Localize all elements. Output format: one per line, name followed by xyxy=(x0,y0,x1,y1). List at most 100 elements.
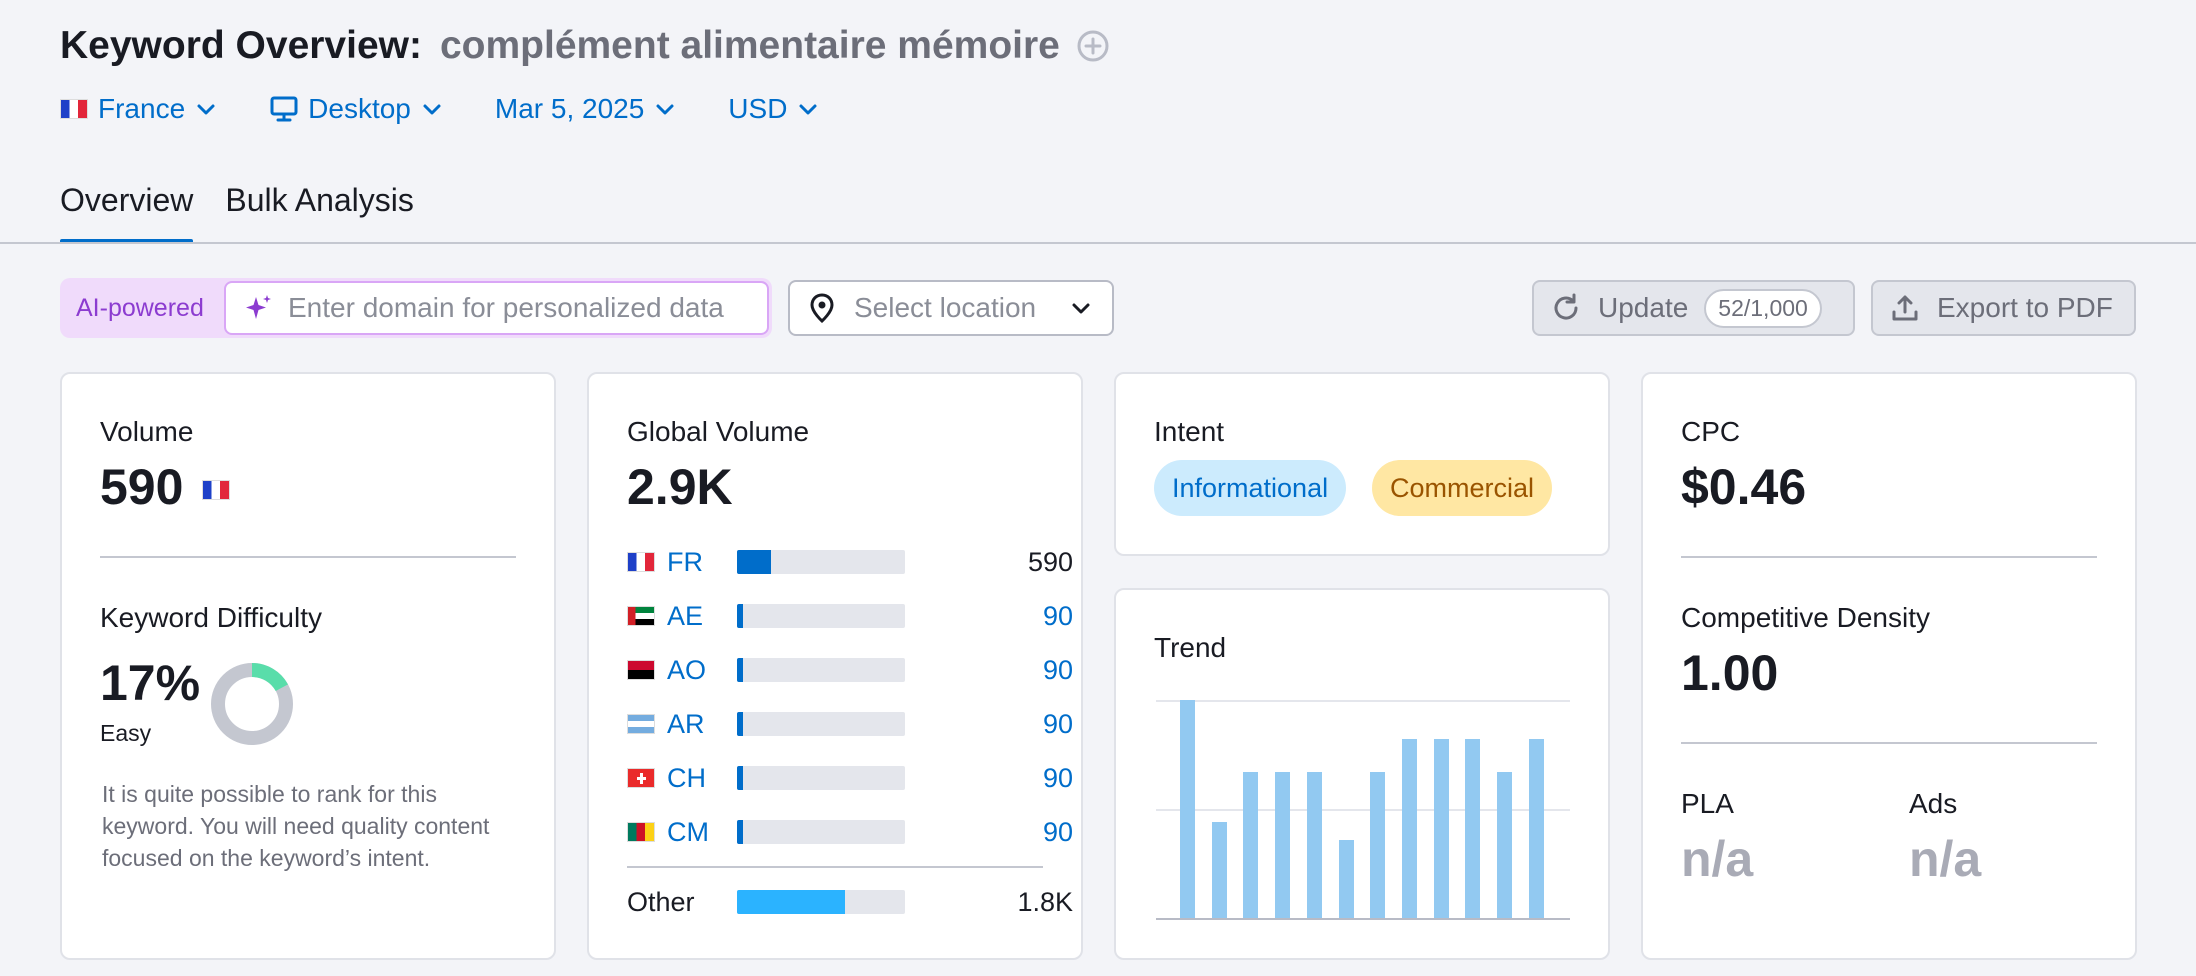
volume-bar xyxy=(737,890,905,914)
country-row-ae[interactable]: AE 90 xyxy=(627,596,1073,636)
intent-card: Intent Informational Commercial xyxy=(1114,372,1610,556)
divider xyxy=(100,556,516,558)
country-row-ar[interactable]: AR 90 xyxy=(627,704,1073,744)
sparkle-icon xyxy=(246,295,271,319)
france-flag-icon xyxy=(627,552,655,572)
volume-bar-fill xyxy=(737,658,743,682)
trend-label: Trend xyxy=(1154,632,1227,663)
chevron-down-icon xyxy=(656,104,674,115)
add-circle-icon[interactable] xyxy=(1076,29,1110,63)
country-filter[interactable]: France xyxy=(60,93,217,125)
date-filter-label: Mar 5, 2025 xyxy=(494,93,645,124)
global-volume-label: Global Volume xyxy=(627,416,810,447)
domain-input[interactable]: Enter domain for personalized data xyxy=(224,281,769,335)
trend-card: Trend xyxy=(1114,588,1610,960)
country-row-ch[interactable]: CH 90 xyxy=(627,758,1073,798)
trend-bar xyxy=(1275,771,1291,918)
pla-label: PLA xyxy=(1681,788,1734,819)
kd-description: It is quite possible to rank for this ke… xyxy=(102,781,490,871)
trend-bar xyxy=(1243,771,1259,918)
volume-kd-card: Volume 590 Keyword Difficulty 17% Easy I… xyxy=(60,372,556,960)
volume-bar-fill xyxy=(737,820,743,844)
country-row-cm[interactable]: CM 90 xyxy=(627,812,1073,852)
filter-bar: France Desktop Mar 5, 2025 USD xyxy=(60,88,871,130)
volume-bar xyxy=(737,658,905,682)
trend-gridline xyxy=(1156,700,1570,702)
volume-bar-fill xyxy=(737,712,743,736)
volume-bar-fill xyxy=(737,890,845,914)
divider xyxy=(1681,742,2097,744)
volume-bar xyxy=(737,550,905,574)
device-filter-label: Desktop xyxy=(308,93,411,124)
kd-value: 17% xyxy=(100,655,201,711)
argentina-flag-icon xyxy=(627,714,655,734)
trend-baseline xyxy=(1156,918,1570,920)
country-row-fr[interactable]: FR 590 xyxy=(627,542,1073,582)
currency-filter-label: USD xyxy=(728,93,788,124)
volume-bar-fill xyxy=(737,604,743,628)
tab-overview[interactable]: Overview xyxy=(60,178,194,244)
intent-commercial-badge: Commercial xyxy=(1372,460,1553,516)
desktop-icon xyxy=(270,96,298,122)
trend-bar xyxy=(1180,700,1195,918)
pla-value: n/a xyxy=(1681,831,1754,887)
intent-informational-badge: Informational xyxy=(1154,460,1347,516)
volume-value: 590 xyxy=(100,459,184,515)
tab-bulk-analysis[interactable]: Bulk Analysis xyxy=(225,178,414,244)
country-code: AR xyxy=(667,708,705,739)
export-pdf-button[interactable]: Export to PDF xyxy=(1871,280,2136,336)
device-filter[interactable]: Desktop xyxy=(269,93,443,125)
ai-domain-box: AI-powered Enter domain for personalized… xyxy=(60,278,772,338)
update-count-badge: 52/1,000 xyxy=(1704,288,1822,328)
chevron-down-icon xyxy=(1072,303,1090,314)
update-button[interactable]: Update 52/1,000 xyxy=(1532,280,1855,336)
country-volume: 90 xyxy=(1042,654,1073,685)
country-volume: 90 xyxy=(1042,816,1073,847)
trend-bar xyxy=(1306,771,1322,918)
location-placeholder: Select location xyxy=(854,292,1037,323)
volume-bar xyxy=(737,604,905,628)
country-row-ao[interactable]: AO 90 xyxy=(627,650,1073,690)
divider xyxy=(627,866,1043,868)
global-volume-value: 2.9K xyxy=(627,459,733,515)
angola-flag-icon xyxy=(627,660,655,680)
cpc-value: $0.46 xyxy=(1681,459,1807,515)
cameroon-flag-icon xyxy=(627,822,655,842)
france-flag-icon xyxy=(202,480,230,500)
trend-bar xyxy=(1465,739,1481,918)
country-code: AE xyxy=(667,600,704,631)
date-filter[interactable]: Mar 5, 2025 xyxy=(495,93,676,125)
country-volume: 590 xyxy=(1027,546,1073,577)
trend-bar xyxy=(1211,822,1227,918)
update-button-label: Update xyxy=(1598,292,1689,323)
trend-bar xyxy=(1370,771,1386,918)
chevron-down-icon xyxy=(423,104,441,115)
trend-bar xyxy=(1497,771,1512,918)
country-code: FR xyxy=(667,546,703,577)
intent-label: Intent xyxy=(1154,416,1225,447)
competitive-density-label: Competitive Density xyxy=(1681,602,1930,633)
country-volume: 90 xyxy=(1042,708,1073,739)
location-select[interactable]: Select location xyxy=(788,280,1114,336)
country-filter-label: France xyxy=(98,93,186,124)
trend-bar xyxy=(1433,739,1449,918)
trend-bar xyxy=(1338,839,1354,918)
volume-bar xyxy=(737,766,905,790)
country-code: CM xyxy=(667,816,709,847)
ai-powered-badge: AI-powered xyxy=(76,293,204,322)
trend-bar xyxy=(1528,739,1544,918)
global-volume-card: Global Volume 2.9K FR 590 AE 90 AO 90 AR… xyxy=(587,372,1083,960)
currency-filter[interactable]: USD xyxy=(728,93,819,125)
ads-value: n/a xyxy=(1909,831,1982,887)
country-volume: 90 xyxy=(1042,600,1073,631)
domain-input-placeholder: Enter domain for personalized data xyxy=(288,292,724,323)
cpc-label: CPC xyxy=(1681,416,1741,447)
chevron-down-icon xyxy=(197,104,215,115)
volume-bar xyxy=(737,712,905,736)
volume-label: Volume xyxy=(100,416,194,447)
page-header: Keyword Overview: complément alimentaire… xyxy=(60,20,1110,72)
page-title: Keyword Overview: xyxy=(60,24,422,67)
other-label: Other xyxy=(627,886,695,917)
kd-label: Keyword Difficulty xyxy=(100,602,323,633)
swiss-cross xyxy=(637,773,646,784)
